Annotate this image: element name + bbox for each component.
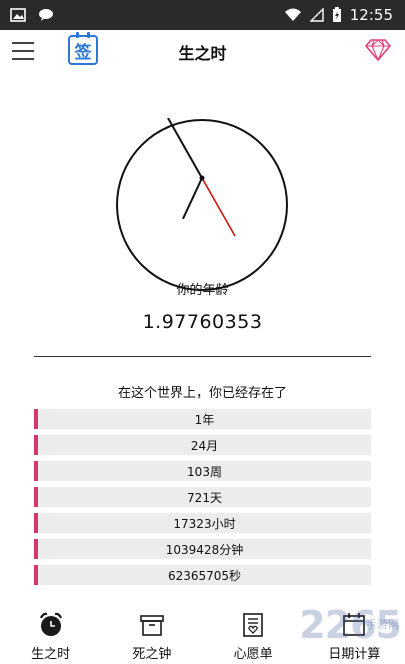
analog-clock	[116, 118, 288, 291]
page-title: 生之时	[178, 44, 227, 63]
stat-minutes: 1039428分钟	[34, 539, 371, 559]
battery-icon	[332, 7, 341, 22]
status-time: 12:55	[349, 6, 393, 24]
stat-days: 721天	[34, 487, 371, 507]
divider	[34, 356, 371, 357]
chat-notification-icon	[39, 9, 53, 21]
existence-stats-list: 1年 24月 103周 721天 17323小时 1039428分钟 62365…	[34, 409, 371, 591]
age-label: 你的年龄	[176, 283, 229, 298]
tab-label: 生之时	[31, 647, 71, 662]
tab-death-clock[interactable]: 死之钟	[101, 605, 202, 664]
status-bar: 12:55	[0, 0, 405, 30]
watermark-subtitle: 手游网	[366, 618, 399, 631]
tab-life-time[interactable]: 生之时	[0, 605, 101, 664]
stat-years: 1年	[34, 409, 371, 429]
image-notification-icon	[10, 8, 26, 22]
stat-weeks: 103周	[34, 461, 371, 481]
app-header: 签 生之时	[0, 30, 405, 74]
diamond-icon[interactable]	[365, 38, 391, 62]
tab-wish-list[interactable]: 心愿单	[203, 605, 304, 664]
tab-label: 心愿单	[233, 647, 273, 662]
wifi-icon	[284, 8, 301, 21]
wish-list-icon	[243, 613, 263, 637]
box-icon	[140, 615, 164, 636]
age-value: 1.97760353	[142, 311, 263, 333]
stat-seconds: 62365705秒	[34, 565, 371, 585]
cell-signal-icon	[309, 8, 324, 22]
existence-title: 在这个世界上，你已经存在了	[117, 386, 287, 401]
stat-months: 24月	[34, 435, 371, 455]
tab-label: 死之钟	[132, 647, 172, 662]
alarm-clock-icon	[39, 612, 62, 636]
stat-hours: 17323小时	[34, 513, 371, 533]
